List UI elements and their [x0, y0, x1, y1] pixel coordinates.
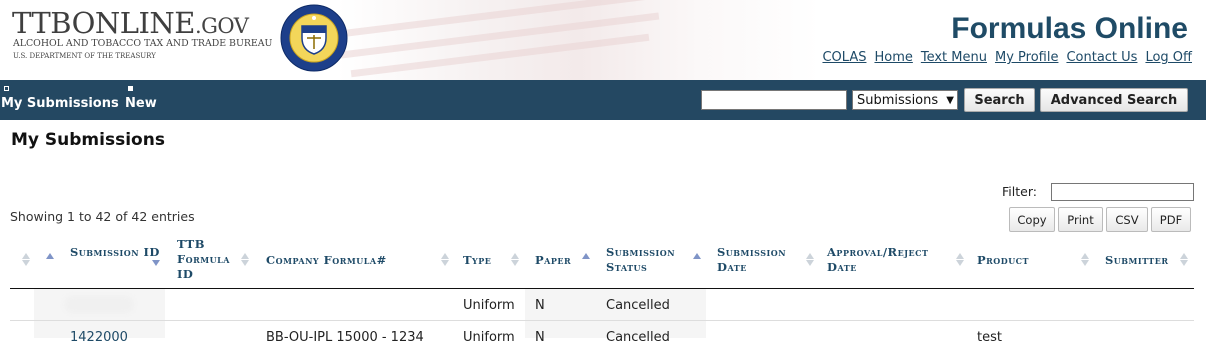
search-button[interactable]: Search [964, 88, 1035, 112]
link-log-off[interactable]: Log Off [1145, 50, 1192, 65]
site-header: TTBONLINE.GOV ALCOHOL AND TOBACCO TAX AN… [0, 0, 1206, 80]
column-header-type[interactable]: Type [463, 253, 491, 268]
chevron-down-icon: ▼ [946, 94, 954, 106]
column-sort-icon[interactable] [152, 252, 160, 267]
csv-button[interactable]: CSV [1106, 207, 1148, 232]
column-sort-icon[interactable] [441, 252, 449, 267]
page-title: My Submissions [11, 130, 165, 150]
column-header-ttb-formula-id[interactable]: TTB Formula ID [177, 237, 237, 282]
top-links: COLAS Home Text Menu My Profile Contact … [822, 50, 1192, 65]
logo-text: TTBONLINE [12, 6, 195, 40]
column-header-label: Type [463, 253, 492, 267]
column-sort-icon[interactable] [511, 252, 519, 267]
search-scope-select[interactable]: Submissions ▼ [852, 90, 958, 110]
column-sort-icon[interactable] [956, 252, 964, 267]
column-sort-icon[interactable] [693, 252, 701, 267]
cell-paper: N [535, 298, 545, 313]
logo-suffix: .GOV [194, 14, 249, 38]
column-header-approval-reject-date[interactable]: Approval/Reject Date [827, 245, 957, 275]
column-header-label: Paper [535, 253, 572, 267]
column-sort-icon[interactable] [46, 252, 54, 267]
column-sort-icon[interactable] [1180, 252, 1188, 267]
column-header-label: Submission Date [717, 245, 787, 274]
app-title: Formulas Online [951, 12, 1188, 45]
redacted-submission-id [64, 296, 134, 313]
copy-button[interactable]: Copy [1009, 207, 1055, 232]
column-header-label: Company Formula# [266, 253, 387, 267]
advanced-search-button[interactable]: Advanced Search [1040, 88, 1188, 112]
column-header-label: Submission Status [606, 245, 676, 274]
nav-bullet-icon [4, 86, 9, 91]
nav-item-my-submissions[interactable]: My Submissions [1, 86, 119, 111]
nav-item-label: My Submissions [1, 96, 119, 111]
column-header-submission-date[interactable]: Submission Date [717, 245, 807, 275]
filter-label: Filter: [1002, 184, 1037, 199]
column-sort-icon[interactable] [22, 252, 30, 267]
search-scope-value: Submissions [857, 92, 939, 108]
nav-item-label: New [125, 96, 157, 111]
link-my-profile[interactable]: My Profile [995, 50, 1058, 65]
column-header-label: TTB Formula ID [177, 237, 230, 281]
column-header-label: Approval/Reject Date [827, 245, 929, 274]
search-input[interactable] [701, 90, 847, 110]
link-home[interactable]: Home [874, 50, 912, 65]
link-colas[interactable]: COLAS [822, 50, 866, 65]
agency-name: ALCOHOL AND TOBACCO TAX AND TRADE BUREAU [13, 38, 273, 49]
column-sort-icon[interactable] [1081, 252, 1089, 267]
column-header-submission-id[interactable]: Submission ID [70, 245, 160, 260]
column-header-label: Submitter [1105, 253, 1169, 267]
column-sort-icon[interactable] [582, 252, 590, 267]
table-info: Showing 1 to 42 of 42 entries [10, 209, 195, 224]
column-sort-icon[interactable] [241, 252, 249, 267]
column-sort-icon[interactable] [806, 252, 814, 267]
column-header-submission-status[interactable]: Submission Status [606, 245, 696, 275]
ttb-seal-icon [280, 4, 348, 72]
site-logo[interactable]: TTBONLINE.GOV [12, 6, 249, 40]
nav-bullet-icon [128, 86, 133, 91]
column-header-label: Product [977, 253, 1029, 267]
link-contact-us[interactable]: Contact Us [1066, 50, 1137, 65]
column-header-company-formula[interactable]: Company Formula# [266, 253, 387, 268]
cell-type: Uniform [463, 298, 515, 313]
print-button[interactable]: Print [1058, 207, 1103, 232]
department-name: U.S. DEPARTMENT OF THE TREASURY [13, 52, 156, 60]
nav-item-new[interactable]: New [125, 86, 157, 111]
column-header-paper[interactable]: Paper [535, 253, 571, 268]
link-text-menu[interactable]: Text Menu [921, 50, 987, 65]
pdf-button[interactable]: PDF [1151, 207, 1191, 232]
column-header-label: Submission ID [70, 245, 160, 259]
flag-background-stripe [350, 33, 650, 78]
column-header-submitter[interactable]: Submitter [1105, 253, 1169, 268]
column-header-product[interactable]: Product [977, 253, 1029, 268]
row-divider [10, 320, 1194, 321]
filter-input[interactable] [1051, 183, 1194, 201]
cell-status: Cancelled [606, 298, 670, 313]
